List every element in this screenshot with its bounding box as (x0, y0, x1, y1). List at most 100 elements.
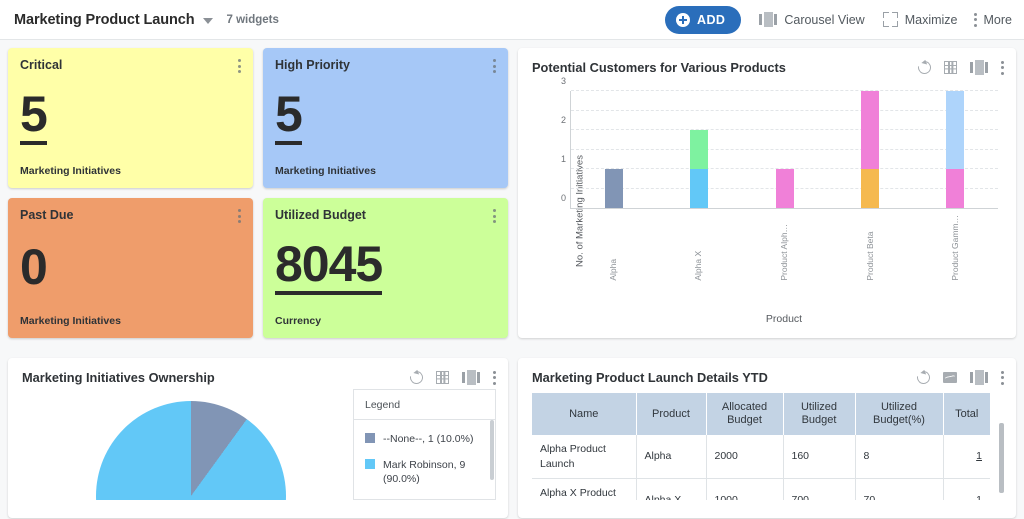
kpi-value[interactable]: 8045 (275, 239, 383, 295)
kpi-card-past-due[interactable]: Past Due 0 Marketing Initiatives (8, 198, 253, 338)
bar-slot (827, 91, 912, 208)
kebab-menu-icon[interactable] (493, 370, 496, 385)
legend-title: Legend (354, 390, 495, 420)
widget-actions (915, 58, 1004, 77)
table-column-header[interactable]: Total (943, 393, 990, 436)
pie-slices[interactable] (96, 401, 286, 500)
kpi-value-wrap: 0 (20, 218, 241, 315)
widget-launch-details: Marketing Product Launch Details YTD Nam… (518, 358, 1016, 518)
bar[interactable] (775, 169, 794, 208)
kpi-kebab-icon[interactable] (493, 59, 496, 73)
table-cell-product: Alpha X (636, 478, 707, 500)
table-column-header[interactable]: Allocated Budget (706, 393, 784, 436)
kebab-menu-icon (973, 12, 977, 27)
table-cell-utilized: 700 (783, 478, 856, 500)
table-body: Alpha Product Launch Alpha 2000 160 8 1 Alpha … (532, 435, 990, 500)
table-cell-utilized-pct: 8 (855, 435, 944, 479)
legend-swatch (365, 459, 375, 470)
table-total-link[interactable]: 1 (976, 450, 982, 462)
refresh-icon[interactable] (914, 368, 933, 387)
chevron-down-icon[interactable] (203, 18, 214, 24)
kpi-subtitle: Marketing Initiatives (20, 165, 121, 177)
bar-plot-area: 0 1 2 3 (561, 76, 998, 209)
table-view-icon[interactable] (944, 61, 957, 74)
bar-segment[interactable] (946, 169, 965, 208)
kpi-card-high-priority[interactable]: High Priority 5 Marketing Initiatives (263, 48, 508, 188)
carousel-view-button[interactable]: Carousel View (759, 12, 865, 27)
board-row-1: Critical 5 Marketing Initiatives High Pr… (8, 48, 1016, 348)
kebab-menu-icon[interactable] (1001, 60, 1004, 75)
bar-chart: No. of Marketing Initiatives 0123 Alpha A… (518, 75, 1016, 347)
refresh-icon[interactable] (407, 368, 426, 387)
data-table-wrap: Name Product Allocated Budget Utilized Budg… (518, 385, 1016, 500)
more-label: More (983, 12, 1012, 27)
x-axis-tick: Product Alph… (778, 223, 789, 281)
table-column-header[interactable]: Product (636, 393, 707, 436)
kpi-kebab-icon[interactable] (238, 59, 241, 73)
legend-item[interactable]: --None--, 1 (10.0%) (365, 432, 484, 446)
bar-slot (571, 91, 656, 208)
kpi-subtitle: Marketing Initiatives (20, 315, 121, 327)
table-column-header[interactable]: Name (532, 393, 637, 436)
kpi-value: 0 (20, 238, 48, 295)
pie-chart-column: Marketing Initiatives Ownership Legend -… (8, 358, 508, 518)
bar-segment[interactable] (775, 169, 794, 208)
widget-title: Marketing Initiatives Ownership (22, 370, 215, 385)
more-button[interactable]: More (973, 12, 1012, 27)
table-view-icon[interactable] (436, 371, 449, 384)
legend-label: Mark Robinson, 9 (90.0%) (383, 459, 466, 486)
bar[interactable] (946, 91, 965, 208)
bar[interactable] (690, 130, 709, 208)
chart-view-icon[interactable] (943, 372, 957, 383)
bar-series (571, 91, 998, 208)
kpi-card-critical[interactable]: Critical 5 Marketing Initiatives (8, 48, 253, 188)
maximize-button[interactable]: Maximize (882, 12, 958, 27)
table-scrollbar[interactable] (999, 423, 1004, 493)
bar-segment[interactable] (946, 91, 965, 170)
widget-header: Marketing Initiatives Ownership (8, 358, 508, 387)
carousel-icon[interactable] (970, 60, 988, 75)
table-column-header[interactable]: Utilized Budget (783, 393, 856, 436)
y-axis-tick: 0 (560, 193, 566, 203)
bar-segment[interactable] (604, 169, 623, 208)
table-cell-name: Alpha Product Launch (532, 435, 637, 479)
bar[interactable] (604, 169, 623, 208)
carousel-icon[interactable] (462, 370, 480, 385)
table-row[interactable]: Alpha Product Launch Alpha 2000 160 8 1 (532, 435, 990, 479)
kebab-menu-icon[interactable] (1001, 370, 1004, 385)
toolbar-actions: ADD Carousel View Maximize More (665, 5, 1012, 34)
widget-title: Marketing Product Launch Details YTD (532, 370, 768, 385)
carousel-icon[interactable] (970, 370, 988, 385)
maximize-label: Maximize (904, 12, 958, 27)
legend-item[interactable]: Mark Robinson, 9 (90.0%) (365, 458, 484, 486)
table-total-link[interactable]: 1 (976, 494, 982, 500)
x-tick-slot: Product Beta (827, 215, 913, 281)
bar-segment[interactable] (860, 169, 879, 208)
widget-potential-customers: Potential Customers for Various Products… (518, 48, 1016, 338)
y-axis-tick: 2 (560, 115, 566, 126)
kpi-kebab-icon[interactable] (493, 209, 496, 223)
page-title: Marketing Product Launch (14, 11, 195, 28)
data-table: Name Product Allocated Budget Utilized Budg… (532, 393, 990, 500)
kpi-subtitle: Currency (275, 315, 322, 327)
refresh-icon[interactable] (915, 58, 934, 77)
kpi-value[interactable]: 5 (20, 89, 48, 145)
bar[interactable] (860, 91, 879, 208)
kpi-column: Critical 5 Marketing Initiatives High Pr… (8, 48, 508, 348)
bar-segment[interactable] (860, 91, 879, 170)
kpi-kebab-icon[interactable] (238, 209, 241, 223)
widget-title: Potential Customers for Various Products (532, 60, 786, 75)
kpi-card-utilized-budget[interactable]: Utilized Budget 8045 Currency (263, 198, 508, 338)
table-cell-allocated: 2000 (706, 435, 784, 479)
table-header-row: Name Product Allocated Budget Utilized Budg… (532, 393, 990, 436)
add-button[interactable]: ADD (665, 5, 742, 34)
kpi-value[interactable]: 5 (275, 89, 303, 145)
x-axis-tick: Product Gamm… (950, 215, 961, 281)
table-row[interactable]: Alpha X Product LaunchAlpha X100070070 1 (532, 478, 990, 500)
bar-segment[interactable] (690, 169, 709, 208)
bar-segment[interactable] (690, 130, 709, 170)
table-column-header[interactable]: Utilized Budget(%) (855, 393, 944, 436)
x-axis-tick: Alpha (607, 258, 618, 281)
legend-scrollbar[interactable] (490, 420, 494, 480)
bar-slot (656, 91, 741, 208)
